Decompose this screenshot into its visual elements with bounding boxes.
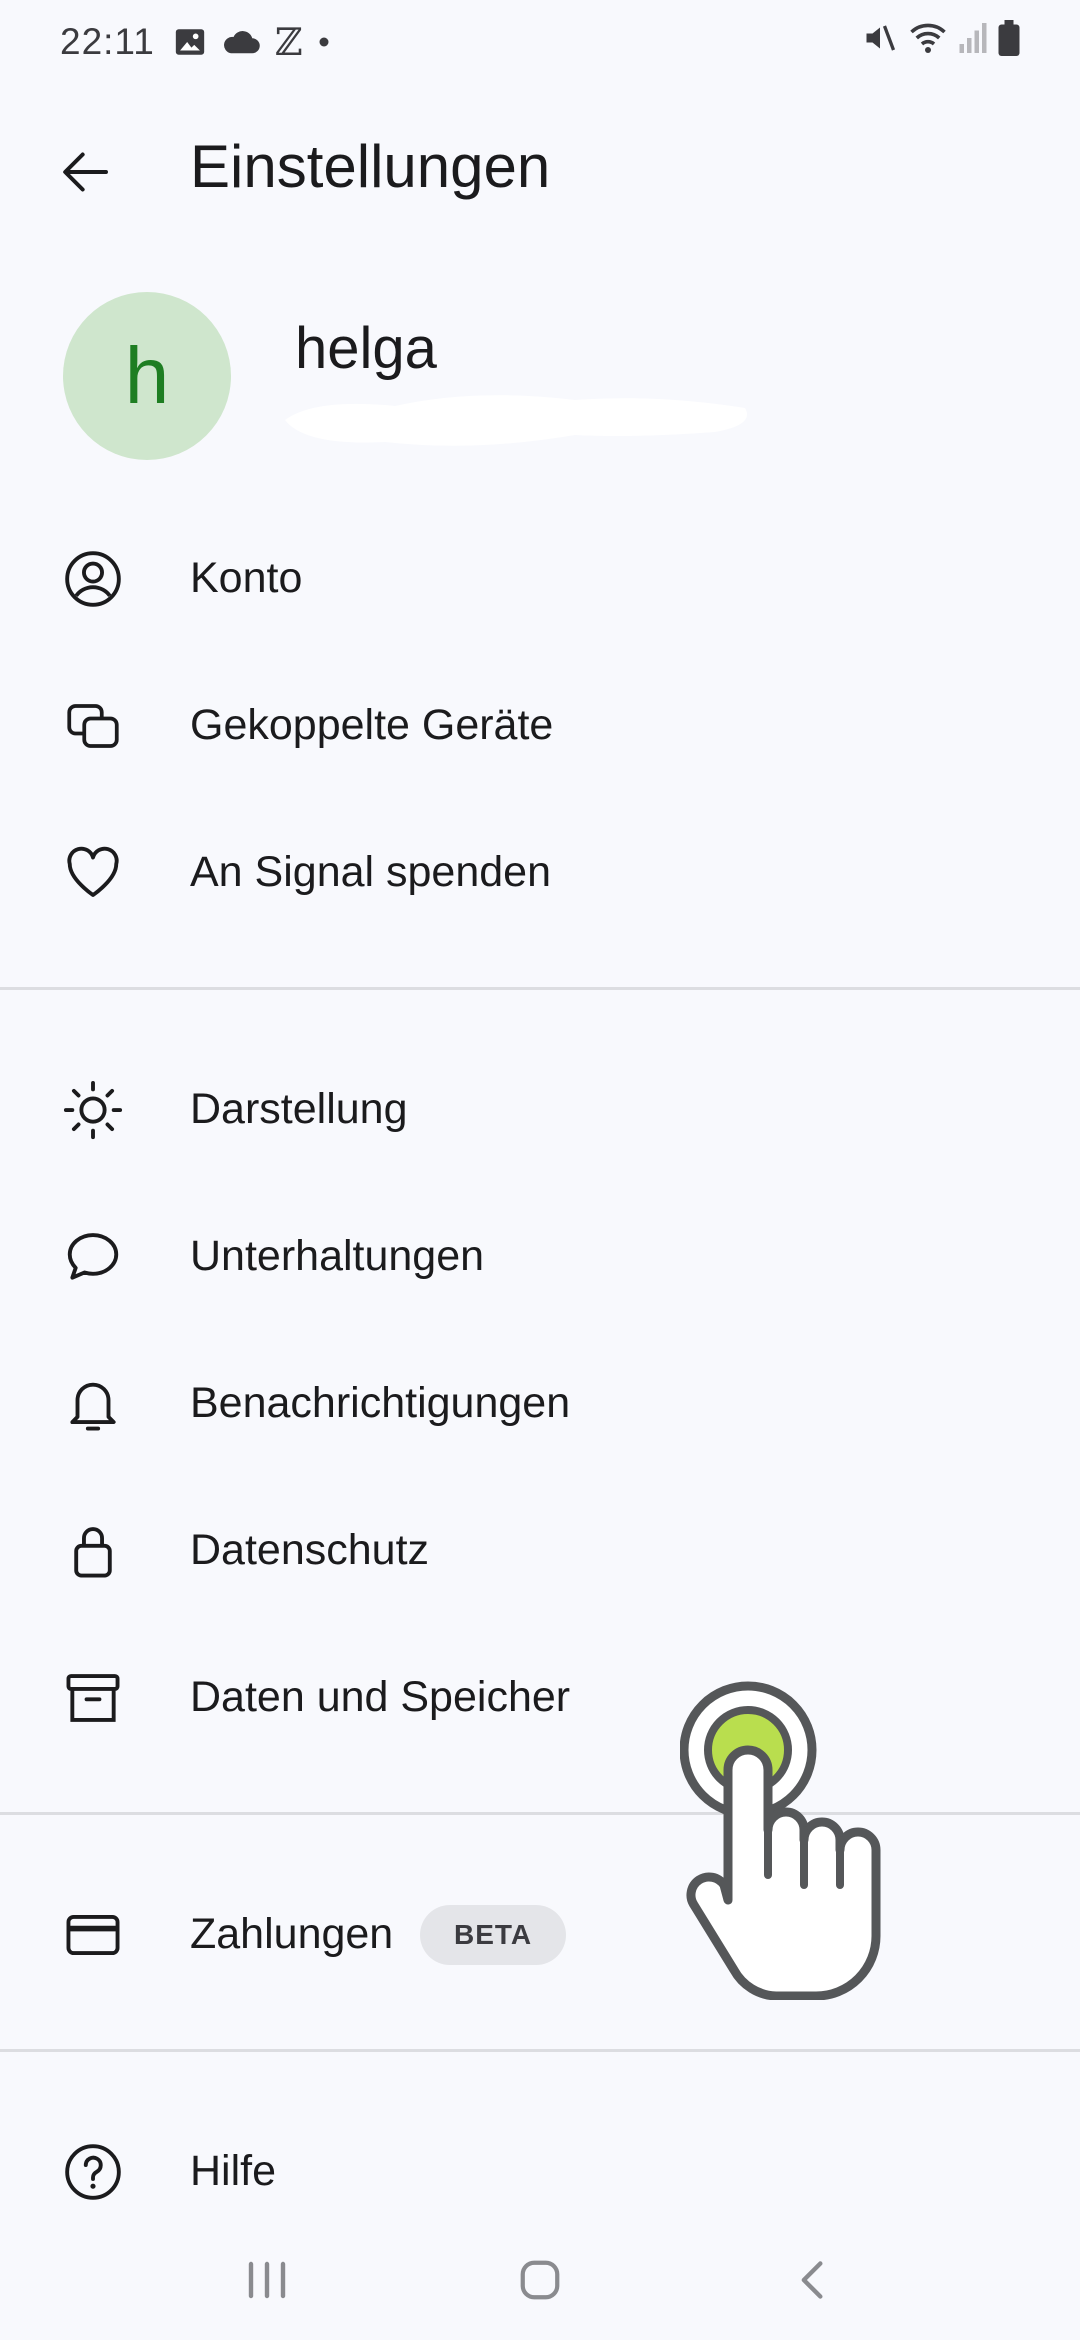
linked-devices-icon bbox=[60, 693, 126, 759]
avatar[interactable]: h bbox=[63, 292, 231, 460]
profile-name: helga bbox=[295, 316, 437, 381]
menu-item-notifications[interactable]: Benachrichtigungen bbox=[0, 1330, 1080, 1477]
arrow-back-icon bbox=[63, 152, 108, 192]
menu-label: An Signal spenden bbox=[190, 848, 552, 896]
wifi-icon bbox=[908, 20, 948, 65]
avatar-letter: h bbox=[124, 331, 170, 420]
app-bar: Einstellungen bbox=[0, 112, 1080, 232]
beta-badge: BETA bbox=[420, 1904, 567, 1965]
cloud-icon bbox=[221, 27, 261, 57]
heart-icon bbox=[60, 840, 126, 906]
menu-label: Zahlungen bbox=[190, 1910, 394, 1958]
menu-item-linked-devices[interactable]: Gekoppelte Geräte bbox=[0, 652, 1080, 799]
home-icon bbox=[520, 2260, 560, 2300]
mute-icon bbox=[862, 20, 898, 65]
page-title: Einstellungen bbox=[190, 133, 551, 200]
signal-icon bbox=[958, 21, 988, 64]
z-icon: ℤ bbox=[274, 20, 303, 64]
menu-label: Benachrichtigungen bbox=[190, 1379, 571, 1427]
menu-label: Unterhaltungen bbox=[190, 1232, 485, 1280]
menu-item-privacy[interactable]: Datenschutz bbox=[0, 1477, 1080, 1624]
menu-label: Gekoppelte Geräte bbox=[190, 701, 554, 749]
archive-box-icon bbox=[60, 1665, 126, 1731]
account-circle-icon bbox=[60, 546, 126, 612]
dot-icon bbox=[317, 35, 331, 49]
redacted-phone-number bbox=[285, 395, 747, 446]
home-button[interactable] bbox=[485, 2225, 595, 2335]
menu-item-donate[interactable]: An Signal spenden bbox=[0, 799, 1080, 946]
status-bar: 22:11 ℤ bbox=[0, 0, 1080, 84]
status-time: 22:11 bbox=[60, 21, 155, 62]
battery-icon bbox=[998, 19, 1020, 65]
chevron-left-icon bbox=[801, 2261, 823, 2299]
menu-label: Darstellung bbox=[190, 1085, 408, 1133]
menu-label: Datenschutz bbox=[190, 1526, 430, 1574]
chat-bubble-icon bbox=[60, 1224, 126, 1290]
menu-label: Daten und Speicher bbox=[190, 1673, 571, 1721]
divider bbox=[0, 987, 1080, 990]
divider bbox=[0, 2049, 1080, 2052]
back-button[interactable] bbox=[25, 112, 145, 232]
lock-icon bbox=[60, 1518, 126, 1584]
menu-item-konto[interactable]: Konto bbox=[0, 505, 1080, 652]
menu-item-chats[interactable]: Unterhaltungen bbox=[0, 1183, 1080, 1330]
recents-button[interactable] bbox=[212, 2225, 322, 2335]
credit-card-icon bbox=[60, 1902, 126, 1968]
bell-icon bbox=[60, 1371, 126, 1437]
system-nav-bar bbox=[0, 2220, 1080, 2340]
sun-icon bbox=[60, 1077, 126, 1143]
image-icon bbox=[173, 25, 207, 59]
help-circle-icon bbox=[60, 2139, 126, 2205]
tap-gesture-icon bbox=[680, 1681, 881, 2000]
menu-label: Hilfe bbox=[190, 2147, 277, 2195]
recents-icon bbox=[248, 2261, 285, 2299]
profile-row[interactable]: h helga bbox=[0, 285, 1080, 475]
menu-label: Konto bbox=[190, 554, 303, 602]
system-back-button[interactable] bbox=[758, 2225, 868, 2335]
menu-item-appearance[interactable]: Darstellung bbox=[0, 1036, 1080, 1183]
